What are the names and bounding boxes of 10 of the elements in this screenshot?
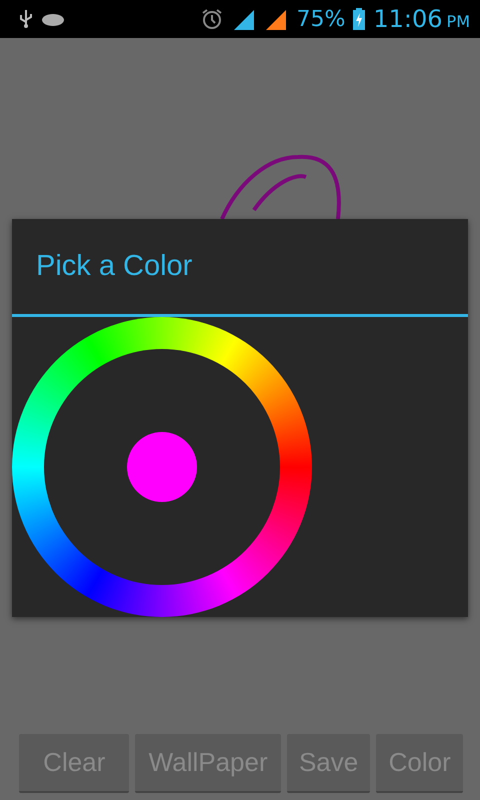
clock-time: 11:06 bbox=[373, 5, 443, 33]
color-wheel[interactable] bbox=[12, 317, 312, 617]
usb-icon bbox=[18, 9, 34, 29]
battery-icon bbox=[353, 8, 366, 30]
signal-icon bbox=[264, 8, 288, 30]
dialog-title: Pick a Color bbox=[36, 250, 192, 283]
clock-meridiem: PM bbox=[446, 12, 470, 31]
signal-icon bbox=[232, 8, 256, 30]
alarm-clock-icon bbox=[200, 7, 224, 31]
battery-percent: 75% bbox=[296, 6, 346, 32]
